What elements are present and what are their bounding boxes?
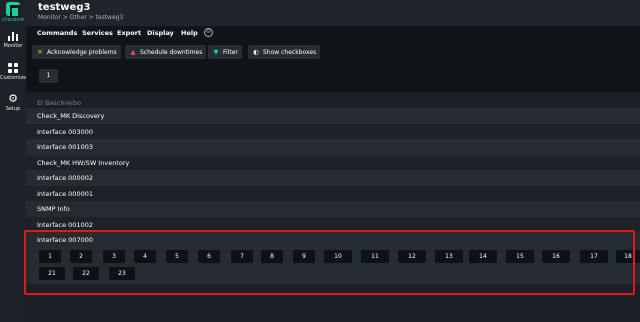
menu-bar: Commands Services Export Display Help ⊖ bbox=[26, 26, 640, 40]
number-button[interactable]: 10 bbox=[324, 250, 352, 263]
table-row[interactable]: Check_MK HW/SW Inventory bbox=[26, 154, 640, 170]
table-row[interactable]: Check_MK Discovery bbox=[26, 108, 640, 124]
checkmk-logo[interactable]: checkmk bbox=[2, 2, 24, 28]
sidebar-item-monitor[interactable]: Monitor bbox=[0, 32, 26, 49]
number-button[interactable]: 1 bbox=[39, 250, 61, 263]
table-row[interactable]: Interface 001002 bbox=[26, 216, 640, 232]
page-button-1[interactable]: 1 bbox=[39, 69, 58, 83]
filter-button[interactable]: ▼ Filter bbox=[208, 45, 242, 59]
customize-grid-icon bbox=[8, 63, 18, 73]
acknowledge-label: Acknowledge problems bbox=[47, 48, 117, 56]
breadcrumb[interactable]: Monitor > Other > testweg3 bbox=[38, 14, 123, 21]
sidebar-item-customize[interactable]: Customize bbox=[0, 63, 26, 81]
checkmk-logo-icon bbox=[6, 2, 20, 18]
number-button[interactable]: 6 bbox=[198, 250, 220, 263]
service-name[interactable]: Interface 007000 bbox=[37, 236, 93, 244]
schedule-downtimes-button[interactable]: ▲ Schedule downtimes bbox=[125, 45, 207, 59]
services-table: El Beschreibo Check_MK Discovery Interfa… bbox=[26, 92, 640, 322]
number-button[interactable]: 23 bbox=[109, 267, 135, 280]
menu-display[interactable]: Display bbox=[147, 29, 174, 37]
sidebar-item-label: Monitor bbox=[3, 43, 23, 49]
number-button[interactable]: 7 bbox=[231, 250, 253, 263]
number-button[interactable]: 3 bbox=[103, 250, 125, 263]
checkboxes-label: Show checkboxes bbox=[263, 48, 317, 56]
number-button[interactable]: 4 bbox=[134, 250, 156, 263]
toggle-icon: ◐ bbox=[253, 48, 259, 56]
number-button[interactable]: 11 bbox=[361, 250, 389, 263]
sidebar-item-setup[interactable]: ⚙ Setup bbox=[0, 92, 26, 112]
number-button[interactable]: 16 bbox=[542, 250, 570, 263]
downtime-cone-icon: ▲ bbox=[130, 48, 136, 56]
filter-label: Filter bbox=[223, 48, 238, 56]
menu-help[interactable]: Help bbox=[181, 29, 198, 37]
number-button[interactable]: 2 bbox=[70, 250, 92, 263]
sidebar: checkmk Monitor Customize ⚙ Setup bbox=[0, 0, 26, 322]
monitor-bars-icon bbox=[8, 32, 18, 41]
service-name[interactable]: SNMP Info bbox=[37, 205, 70, 213]
number-button[interactable]: 14 bbox=[469, 250, 497, 263]
service-name[interactable]: Interface 001003 bbox=[37, 143, 93, 151]
menu-collapse-icon[interactable]: ⊖ bbox=[204, 28, 213, 37]
sidebar-item-label: Customize bbox=[0, 75, 27, 81]
service-name[interactable]: Interface 000002 bbox=[37, 174, 93, 182]
acknowledge-icon: ✕ bbox=[37, 48, 43, 56]
number-button[interactable]: 5 bbox=[166, 250, 188, 263]
schedule-label: Schedule downtimes bbox=[140, 48, 203, 56]
show-checkboxes-button[interactable]: ◐ Show checkboxes bbox=[248, 45, 321, 59]
page-header: testweg3 Monitor > Other > testweg3 bbox=[26, 0, 640, 26]
page-title: testweg3 bbox=[38, 2, 91, 13]
filter-icon: ▼ bbox=[213, 48, 219, 56]
acknowledge-problems-button[interactable]: ✕ Acknowledge problems bbox=[32, 45, 121, 59]
setup-gear-icon: ⚙ bbox=[8, 92, 18, 105]
menu-commands[interactable]: Commands bbox=[37, 29, 77, 37]
table-row[interactable]: Interface 003000 bbox=[26, 123, 640, 139]
service-name[interactable]: Check_MK Discovery bbox=[37, 112, 104, 120]
number-button[interactable]: 21 bbox=[39, 267, 65, 280]
toolbar: ✕ Acknowledge problems ▲ Schedule downti… bbox=[26, 40, 640, 64]
brand-label: checkmk bbox=[1, 17, 25, 23]
table-row[interactable]: Interface 000002 bbox=[26, 170, 640, 186]
sidebar-item-label: Setup bbox=[5, 106, 21, 112]
number-button[interactable]: 12 bbox=[398, 250, 426, 263]
service-name[interactable]: Interface 001002 bbox=[37, 221, 93, 229]
table-row[interactable]: Interface 000001 bbox=[26, 185, 640, 201]
table-row[interactable]: SNMP Info bbox=[26, 201, 640, 217]
number-button[interactable]: 18 bbox=[616, 250, 640, 263]
number-button[interactable]: 17 bbox=[580, 250, 608, 263]
service-name[interactable]: Check_MK HW/SW Inventory bbox=[37, 159, 129, 167]
menu-export[interactable]: Export bbox=[117, 29, 141, 37]
service-name[interactable]: Interface 000001 bbox=[37, 190, 93, 198]
number-button[interactable]: 13 bbox=[435, 250, 463, 263]
number-button[interactable]: 9 bbox=[293, 250, 315, 263]
column-header-description: El Beschreibo bbox=[37, 99, 81, 107]
table-row[interactable]: Interface 001003 bbox=[26, 139, 640, 155]
number-button[interactable]: 22 bbox=[73, 267, 99, 280]
service-name[interactable]: Interface 003000 bbox=[37, 128, 93, 136]
menu-services[interactable]: Services bbox=[82, 29, 113, 37]
number-button[interactable]: 15 bbox=[506, 250, 534, 263]
number-button[interactable]: 8 bbox=[261, 250, 283, 263]
